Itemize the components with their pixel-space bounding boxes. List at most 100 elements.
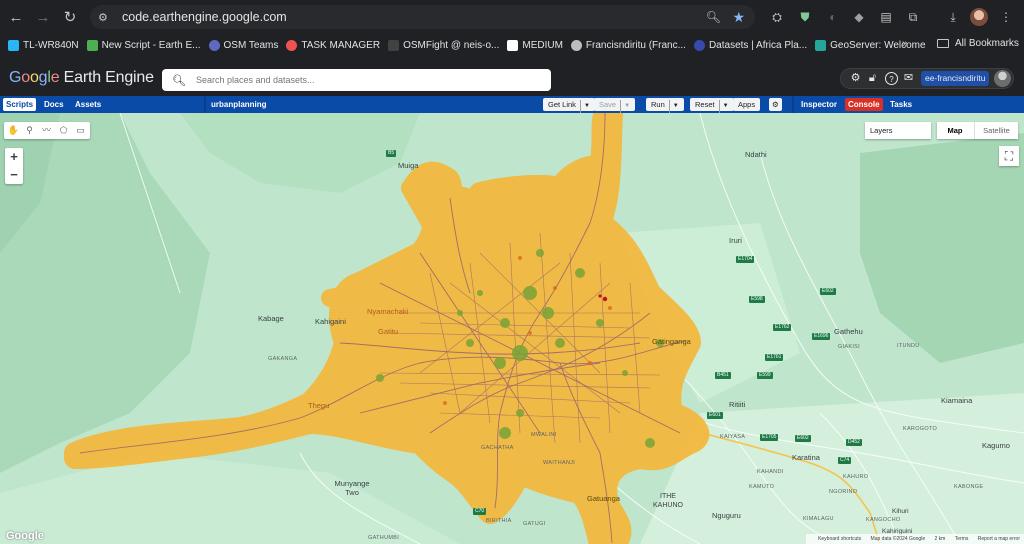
bookmark-favicon-icon: [286, 39, 298, 51]
map-type-map-button[interactable]: Map: [937, 122, 973, 139]
forward-icon[interactable]: →: [32, 6, 54, 28]
polygon-tool-icon[interactable]: ⬠: [57, 124, 70, 137]
marker-dot: [598, 294, 602, 298]
tab-assets[interactable]: Assets: [75, 98, 101, 111]
all-bookmarks-button[interactable]: All Bookmarks: [937, 38, 1019, 49]
road-shield: E1761: [765, 354, 784, 361]
extension-icon[interactable]: ⛭: [768, 8, 786, 26]
tab-inspector[interactable]: Inspector: [801, 98, 837, 111]
map-type-satellite-button[interactable]: Satellite: [974, 122, 1018, 139]
place-label: Kagumo: [982, 441, 1010, 450]
get-link-button[interactable]: Get Link ▼: [543, 98, 595, 113]
bookmark-star-icon[interactable]: ★: [732, 9, 745, 26]
extension-icon[interactable]: ◆: [850, 8, 868, 26]
dropdown-arrow-icon[interactable]: ▼: [668, 100, 679, 113]
logo-letter: o: [29, 69, 39, 86]
zoom-out-button[interactable]: −: [5, 166, 23, 184]
hand-pan-icon[interactable]: ✋: [7, 124, 20, 137]
site-settings-icon[interactable]: ⚙: [98, 11, 116, 24]
bookmark-label: TL-WR840N: [23, 39, 79, 51]
dropdown-arrow-icon[interactable]: ▼: [718, 100, 729, 113]
logo-letter: e: [50, 69, 60, 86]
tab-tasks[interactable]: Tasks: [890, 98, 912, 111]
save-button[interactable]: Save ▼: [594, 98, 636, 113]
road-shield: E598: [749, 296, 765, 303]
place-label: Muiga: [398, 161, 419, 170]
place-label: Munyange Two: [334, 479, 370, 497]
run-label: Run: [651, 100, 665, 109]
dropdown-arrow-icon[interactable]: ▼: [620, 100, 630, 113]
menu-kebab-icon[interactable]: ⋮: [997, 8, 1015, 26]
bookmark-item[interactable]: MEDIUM: [507, 39, 563, 51]
zoom-in-button[interactable]: +: [5, 148, 23, 166]
search-input[interactable]: [195, 75, 536, 85]
settings-gear-icon[interactable]: ⚙: [769, 98, 782, 111]
area-label: GIAKISI: [838, 344, 860, 350]
download-icon[interactable]: ⤓: [944, 8, 962, 26]
layers-button[interactable]: Layers: [865, 122, 931, 139]
zoom-icon[interactable]: 🔍︎: [706, 10, 721, 24]
bookmark-favicon-icon: [208, 39, 220, 51]
map-canvas[interactable]: Muiga Ndathi Iruri Kabage Kahigaini Nyam…: [0, 113, 1024, 544]
bookmark-item[interactable]: TASK MANAGER: [286, 39, 380, 51]
bookmark-label: GeoServer: Welcome: [830, 39, 926, 51]
area-label: KAROGOTO: [903, 426, 938, 432]
tab-scripts[interactable]: Scripts: [3, 98, 37, 111]
gear-icon[interactable]: ⚙: [849, 72, 862, 85]
road-shield: E1696: [812, 333, 831, 340]
place-label: Kabage: [258, 314, 284, 323]
tab-console[interactable]: Console: [845, 98, 883, 111]
road-shield: C70: [473, 508, 487, 515]
feedback-icon[interactable]: ✉: [902, 72, 915, 85]
tab-docs[interactable]: Docs: [44, 98, 64, 111]
extension-icon[interactable]: ⛊: [796, 8, 814, 26]
reset-button[interactable]: Reset ▼: [690, 98, 734, 113]
keyboard-shortcuts-link[interactable]: Keyboard shortcuts: [818, 536, 861, 542]
get-link-label: Get Link: [548, 100, 576, 109]
run-button[interactable]: Run ▼: [646, 98, 684, 113]
ee-toolbar: Scripts Docs Assets urbanplanning Get Li…: [0, 96, 1024, 113]
lock-icon[interactable]: 🔓︎: [866, 72, 879, 85]
apps-button[interactable]: Apps: [733, 98, 761, 111]
line-tool-icon[interactable]: 〰: [40, 124, 53, 137]
bookmark-item[interactable]: OSM Teams: [208, 39, 278, 51]
script-name: urbanplanning: [211, 100, 267, 109]
terms-link[interactable]: Terms: [955, 536, 969, 542]
bookmark-favicon-icon: [86, 39, 98, 51]
reset-label: Reset: [695, 100, 715, 109]
road-shield: B451: [715, 372, 731, 379]
search-box[interactable]: 🔍︎: [162, 69, 551, 91]
bookmark-item[interactable]: New Script - Earth E...: [86, 39, 201, 51]
avatar[interactable]: [994, 70, 1011, 87]
road-shield: E602: [795, 435, 811, 442]
scale-text[interactable]: 2 km: [935, 536, 946, 542]
area-label: GACHATHA: [481, 445, 514, 451]
bookmark-item[interactable]: TL-WR840N: [8, 39, 79, 51]
place-label: Kahigaini: [315, 317, 346, 326]
bookmark-item[interactable]: Francisndiritu (Franc...: [570, 39, 686, 51]
dropdown-arrow-icon[interactable]: ▼: [579, 100, 590, 113]
bookmark-item[interactable]: GeoServer: Welcome: [815, 39, 926, 51]
fullscreen-icon[interactable]: ⛶: [999, 146, 1019, 166]
extension-icon[interactable]: ◐: [824, 8, 842, 26]
rectangle-tool-icon[interactable]: ▭: [74, 124, 87, 137]
bookmark-item[interactable]: OSMFight @ neis-o...: [388, 39, 499, 51]
back-icon[interactable]: ←: [5, 6, 27, 28]
ee-header: Google Earth Engine 🔍︎ ⚙ 🔓︎ ? ✉ ee-franc…: [0, 60, 1024, 96]
puzzle-extensions-icon[interactable]: ⧉: [904, 8, 922, 26]
point-marker-icon[interactable]: ⚲: [23, 124, 36, 137]
report-error-link[interactable]: Report a map error: [978, 536, 1020, 542]
bookmark-label: MEDIUM: [522, 39, 563, 51]
bookmark-item[interactable]: Datasets | Africa Pla...: [693, 39, 807, 51]
address-bar[interactable]: ⚙ code.earthengine.google.com 🔍︎ ★: [90, 5, 755, 29]
user-project[interactable]: ee-francisndiritu: [921, 71, 990, 86]
more-bookmarks-icon[interactable]: »: [902, 38, 908, 50]
document-icon[interactable]: ▤: [877, 8, 895, 26]
earth-engine-logo[interactable]: Google Earth Engine: [9, 69, 154, 87]
zoom-control: + −: [5, 148, 23, 184]
url-text[interactable]: code.earthengine.google.com: [122, 10, 287, 24]
road-shield: E1704: [736, 256, 755, 263]
reload-icon[interactable]: ↻: [59, 6, 81, 28]
profile-avatar[interactable]: [970, 8, 988, 26]
help-icon[interactable]: ?: [885, 72, 898, 85]
